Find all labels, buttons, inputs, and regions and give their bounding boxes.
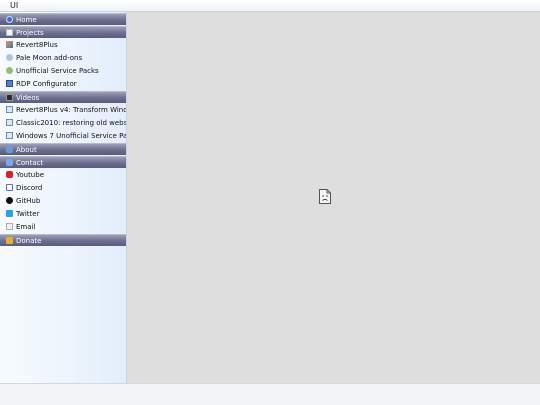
- twitter-icon: [6, 210, 13, 217]
- discord-icon: [6, 184, 13, 191]
- sidebar-section-projects[interactable]: Projects: [0, 26, 126, 38]
- status-bar: [0, 383, 540, 405]
- sidebar-item-video-revert8plus-v4[interactable]: Revert8Plus v4: Transform Windows 10...: [0, 103, 126, 116]
- sidebar-item-pale-moon-add-ons[interactable]: Pale Moon add-ons: [0, 51, 126, 64]
- sidebar-item-label: Windows 7 Unofficial Service Pack 3: [16, 131, 126, 140]
- sidebar-section-videos[interactable]: Videos: [0, 91, 126, 103]
- sidebar-section-home[interactable]: Home: [0, 13, 126, 25]
- sidebar-section-about[interactable]: About: [0, 143, 126, 155]
- video-icon: [6, 106, 13, 113]
- sidebar-item-label: Classic2010: restoring old website UIs: [16, 118, 126, 127]
- donate-icon: [6, 237, 13, 244]
- sidebar-section-label: Projects: [16, 28, 44, 37]
- main-content: [127, 12, 540, 383]
- sidebar-item-revert8plus[interactable]: Revert8Plus: [0, 38, 126, 51]
- sidebar: Home Projects Revert8Plus Pale Moon add-…: [0, 12, 127, 383]
- sidebar-item-unofficial-service-packs[interactable]: Unofficial Service Packs: [0, 64, 126, 77]
- sidebar-item-video-windows7-sp3[interactable]: Windows 7 Unofficial Service Pack 3: [0, 129, 126, 142]
- contacts-icon: [6, 159, 13, 166]
- sidebar-item-label: RDP Configurator: [16, 79, 77, 88]
- sidebar-section-label: Contact: [16, 158, 44, 167]
- sidebar-item-label: Revert8Plus v4: Transform Windows 10...: [16, 105, 126, 114]
- broken-document-icon: [319, 189, 331, 204]
- sidebar-item-label: Youtube: [16, 170, 44, 179]
- video-icon: [6, 119, 13, 126]
- sidebar-item-video-classic2010[interactable]: Classic2010: restoring old website UIs: [0, 116, 126, 129]
- sidebar-item-email[interactable]: Email: [0, 220, 126, 233]
- home-icon: [6, 16, 13, 23]
- sidebar-item-youtube[interactable]: Youtube: [0, 168, 126, 181]
- info-icon: [6, 146, 13, 153]
- window-titlebar: UI: [0, 0, 540, 12]
- sidebar-section-label: Videos: [16, 93, 40, 102]
- film-icon: [6, 94, 13, 101]
- sidebar-section-label: About: [16, 145, 37, 154]
- service-pack-icon: [6, 67, 13, 74]
- sidebar-item-label: Twitter: [16, 209, 40, 218]
- sidebar-item-label: Revert8Plus: [16, 40, 58, 49]
- sidebar-section-label: Home: [16, 15, 37, 24]
- window-title: UI: [10, 1, 19, 10]
- revert8plus-icon: [6, 41, 13, 48]
- sidebar-item-github[interactable]: GitHub: [0, 194, 126, 207]
- pale-moon-icon: [6, 54, 13, 61]
- video-icon: [6, 132, 13, 139]
- github-icon: [6, 197, 13, 204]
- youtube-icon: [6, 171, 13, 178]
- sidebar-item-twitter[interactable]: Twitter: [0, 207, 126, 220]
- email-icon: [6, 223, 13, 230]
- document-icon: [6, 29, 13, 36]
- sidebar-item-label: Discord: [16, 183, 43, 192]
- sidebar-item-label: Email: [16, 222, 36, 231]
- sidebar-section-donate[interactable]: Donate: [0, 234, 126, 246]
- sidebar-item-label: GitHub: [16, 196, 41, 205]
- sidebar-section-contact[interactable]: Contact: [0, 156, 126, 168]
- sidebar-section-label: Donate: [16, 236, 42, 245]
- rdp-icon: [6, 80, 13, 87]
- sidebar-item-label: Pale Moon add-ons: [16, 53, 83, 62]
- sidebar-item-discord[interactable]: Discord: [0, 181, 126, 194]
- sidebar-item-rdp-configurator[interactable]: RDP Configurator: [0, 77, 126, 90]
- sidebar-item-label: Unofficial Service Packs: [16, 66, 99, 75]
